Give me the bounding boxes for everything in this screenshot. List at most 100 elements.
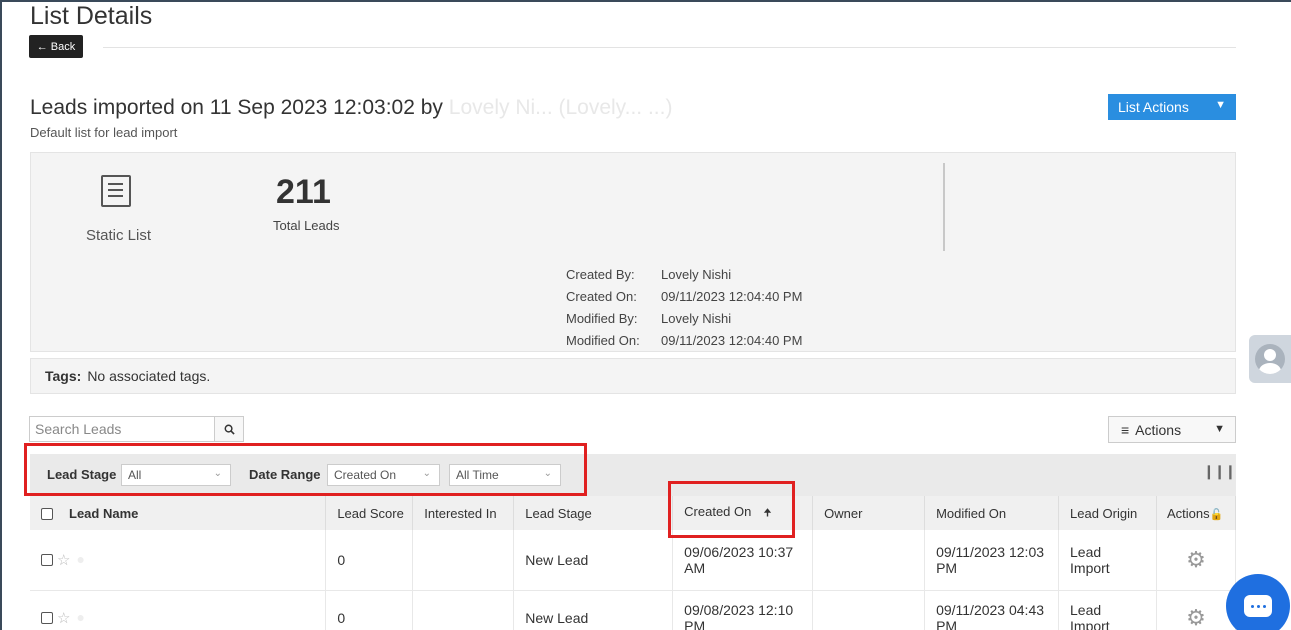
total-leads-label: Total Leads [273,218,340,233]
back-label: Back [50,40,76,53]
modified-on-line2: PM [936,618,958,630]
cell-actions: ⚙ [1156,530,1237,591]
list-type-label: Static List [86,227,152,244]
left-border [0,0,2,630]
actions-dropdown[interactable]: ≡ Actions ▼ [1108,416,1236,443]
created-on-line1: 09/08/2023 12:10 [684,602,794,618]
cell-lead-origin: Lead Import [1058,590,1157,630]
meta-value: 09/11/2023 12:04:40 PM [661,332,803,348]
origin-line2: Import [1070,618,1110,630]
list-subtitle: Default list for lead import [30,125,178,140]
created-on-line2: PM [684,618,706,630]
cell-modified-on: 09/11/2023 12:03 PM [924,530,1060,591]
modified-on-line1: 09/11/2023 04:43 [936,602,1045,618]
list-title-text: Leads imported on 11 Sep 2023 12:03:02 b… [30,96,443,119]
gear-icon[interactable]: ⚙ [1186,605,1206,630]
cell-modified-on: 09/11/2023 04:43 PM [924,590,1060,630]
table-row[interactable]: ☆ ● 0 New Lead 09/06/2023 10:37 AM 09/11/2… [30,530,1237,591]
created-on-line2: AM [684,559,706,576]
origin-line2: Import [1070,559,1110,576]
list-actions-button[interactable]: List Actions ▼ [1108,94,1236,120]
select-all-checkbox[interactable] [41,508,53,521]
row-checkbox[interactable] [41,553,53,566]
header-divider [103,47,1236,48]
th-lead-origin[interactable]: Lead Origin [1058,496,1157,530]
list-title: Leads imported on 11 Sep 2023 12:03:02 b… [30,96,672,120]
search-button[interactable] [214,417,243,441]
gear-icon[interactable]: ⚙ [1186,547,1206,572]
meta-value: Lovely Nishi [661,310,732,326]
meta-row: Modified On: 09/11/2023 12:04:40 PM [566,329,802,351]
cell-interested-in [412,530,515,591]
tags-bar: Tags: No associated tags. [30,358,1236,394]
list-icon [101,175,131,207]
list-actions-label: List Actions [1118,99,1189,115]
meta-key: Modified By: [566,310,638,326]
meta-row: Created On: 09/11/2023 12:04:40 PM [566,285,802,307]
th-lead-name-label: Lead Name [69,505,139,521]
chat-button[interactable] [1226,574,1290,630]
search-icon [224,424,235,435]
lead-name-blurred[interactable]: ● [76,609,84,625]
origin-line1: Lead [1070,543,1102,560]
modified-on-line2: PM [936,559,958,576]
cell-owner [812,590,926,630]
page-title: List Details [30,2,153,30]
chat-icon [1244,595,1272,617]
th-lead-score[interactable]: Lead Score [325,496,414,530]
cell-lead-stage: New Lead [513,590,674,630]
th-actions-label: Actions [1166,505,1210,521]
origin-line1: Lead [1070,602,1102,618]
cell-interested-in [412,590,515,630]
actions-label: Actions [1135,421,1182,438]
row-checkbox[interactable] [41,612,53,625]
hamburger-icon: ≡ [1121,421,1130,438]
th-interested-in[interactable]: Interested In [412,496,515,530]
th-lead-stage[interactable]: Lead Stage [513,496,674,530]
filter-highlight-box [24,443,587,496]
cell-lead-score: 0 [325,590,414,630]
table-row[interactable]: ☆ ● 0 New Lead 09/08/2023 12:10 PM 09/11/2… [30,590,1237,630]
created-on-line1: 09/06/2023 10:37 [684,543,794,560]
list-title-owner-blurred: Lovely Ni... (Lovely... ...) [448,96,673,119]
cell-actions: ⚙ [1156,590,1237,630]
table-header-row: Lead Name Lead Score Interested In Lead … [30,496,1237,530]
cell-lead-origin: Lead Import [1058,530,1157,591]
star-icon[interactable]: ☆ [57,552,70,569]
cell-lead-score: 0 [325,530,414,591]
meta-row: Modified By: Lovely Nishi [566,307,802,329]
sort-highlight-box [668,481,795,538]
meta-value: 09/11/2023 12:04:40 PM [661,288,803,304]
summary-divider [943,163,945,251]
cell-lead-name: ☆ ● [30,590,327,630]
list-metadata: Created By: Lovely Nishi Created On: 09/11… [566,263,802,351]
cell-owner [812,530,926,591]
avatar-icon [1255,344,1285,374]
cell-created-on: 09/06/2023 10:37 AM [672,530,814,591]
chevron-down-icon: ▼ [1214,423,1225,435]
user-avatar-tab[interactable] [1249,335,1291,383]
tags-value: No associated tags. [87,368,211,384]
th-owner[interactable]: Owner [812,496,926,530]
meta-key: Modified On: [566,332,640,348]
list-summary-panel: Static List 211 Total Leads Created By: L… [30,152,1236,352]
meta-key: Created On: [566,288,637,304]
back-button[interactable]: ← Back [29,35,83,58]
chevron-down-icon: ▼ [1215,99,1226,111]
tags-label: Tags: [45,368,82,384]
lock-icon[interactable]: 🔓 [1210,509,1224,521]
th-modified-on[interactable]: Modified On [924,496,1060,530]
lead-name-blurred[interactable]: ● [76,551,84,567]
columns-icon[interactable]: ❙❙❙ [1203,463,1236,480]
search-leads [29,416,244,442]
th-lead-name[interactable]: Lead Name [30,496,327,530]
top-border [0,0,1291,2]
meta-row: Created By: Lovely Nishi [566,263,802,285]
leads-table: Lead Name Lead Score Interested In Lead … [30,496,1237,630]
meta-value: Lovely Nishi [661,266,732,282]
modified-on-line1: 09/11/2023 12:03 [936,543,1045,560]
search-input[interactable] [30,417,214,441]
th-actions: Actions🔓 [1156,496,1237,530]
cell-created-on: 09/08/2023 12:10 PM [672,590,814,630]
star-icon[interactable]: ☆ [57,610,70,627]
